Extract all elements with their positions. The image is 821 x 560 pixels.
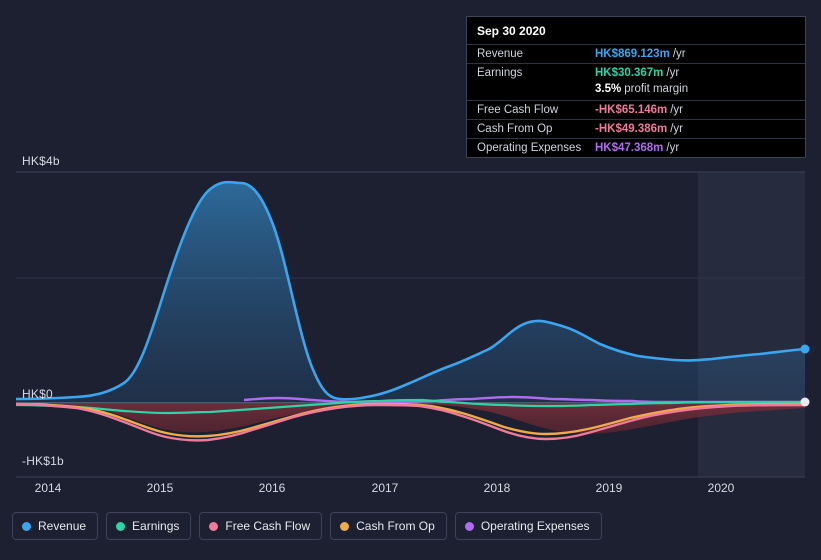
legend-label-revenue: Revenue	[38, 519, 87, 533]
tooltip-label-cash-from-op: Cash From Op	[477, 123, 553, 135]
tooltip-unit-profit-margin: profit margin	[624, 83, 689, 95]
x-axis-label-2015: 2015	[146, 481, 174, 495]
legend-label-operating-expenses: Operating Expenses	[480, 519, 590, 533]
data-tooltip: Sep 30 2020 Revenue HK$869.123m /yr Earn…	[466, 16, 806, 158]
legend-item-earnings[interactable]: Earnings	[106, 512, 192, 540]
x-axis-label-2018: 2018	[483, 481, 511, 495]
y-axis-label-top: HK$4b	[22, 154, 60, 168]
x-axis-label-2019: 2019	[595, 481, 623, 495]
legend-dot-icon-revenue	[22, 521, 31, 531]
chart-legend: Revenue Earnings Free Cash Flow Cash Fro…	[12, 512, 602, 540]
tooltip-value-cash-from-op: -HK$49.386m	[595, 123, 668, 135]
tooltip-label-operating-expenses: Operating Expenses	[477, 142, 582, 154]
tooltip-date: Sep 30 2020	[477, 24, 546, 38]
x-axis-label-2020: 2020	[707, 481, 735, 495]
legend-label-earnings: Earnings	[132, 519, 180, 533]
tooltip-label-free-cash-flow: Free Cash Flow	[477, 104, 559, 116]
x-axis-label-2017: 2017	[371, 481, 399, 495]
tooltip-row-cash-from-op: Cash From Op -HK$49.386m /yr	[467, 119, 805, 138]
tooltip-value-earnings: HK$30.367m	[595, 67, 664, 79]
x-axis-label-2016: 2016	[258, 481, 286, 495]
tooltip-label-earnings: Earnings	[477, 67, 523, 79]
tooltip-value-profit-margin: 3.5%	[595, 83, 622, 95]
tooltip-unit-free-cash-flow: /yr	[670, 104, 684, 116]
legend-item-free-cash-flow[interactable]: Free Cash Flow	[199, 512, 323, 540]
tooltip-row-operating-expenses: Operating Expenses HK$47.368m /yr	[467, 138, 805, 157]
revenue-endpoint	[800, 344, 810, 354]
chart-container: HK$4b HK$0 -HK$1b 2014 2015 2016 2017 20…	[0, 0, 821, 560]
legend-item-revenue[interactable]: Revenue	[12, 512, 99, 540]
tooltip-unit-earnings: /yr	[666, 67, 680, 79]
series-endpoint	[800, 397, 810, 407]
forecast-band	[698, 172, 805, 477]
tooltip-label-revenue: Revenue	[477, 48, 524, 60]
x-axis-label-2014: 2014	[34, 481, 62, 495]
y-axis-label-bottom: -HK$1b	[22, 454, 64, 468]
tooltip-unit-cash-from-op: /yr	[670, 123, 684, 135]
tooltip-row-revenue: Revenue HK$869.123m /yr	[467, 44, 805, 63]
tooltip-unit-operating-expenses: /yr	[666, 142, 680, 154]
legend-item-cash-from-op[interactable]: Cash From Op	[330, 512, 447, 540]
tooltip-value-free-cash-flow: -HK$65.146m	[595, 104, 668, 116]
legend-dot-icon-free-cash-flow	[209, 521, 219, 531]
legend-item-operating-expenses[interactable]: Operating Expenses	[454, 512, 602, 540]
tooltip-row-earnings: Earnings HK$30.367m /yr	[467, 63, 805, 82]
legend-label-cash-from-op: Cash From Op	[356, 519, 435, 533]
tooltip-row-free-cash-flow: Free Cash Flow -HK$65.146m /yr	[467, 100, 805, 119]
y-axis-label-zero: HK$0	[22, 387, 53, 401]
tooltip-unit-revenue: /yr	[672, 48, 686, 60]
legend-dot-icon-operating-expenses	[464, 521, 474, 531]
legend-label-free-cash-flow: Free Cash Flow	[225, 519, 311, 533]
tooltip-value-revenue: HK$869.123m	[595, 48, 670, 60]
legend-dot-icon-cash-from-op	[340, 521, 350, 531]
legend-dot-icon-earnings	[116, 521, 126, 531]
tooltip-value-operating-expenses: HK$47.368m	[595, 142, 664, 154]
tooltip-row-profit-margin: 3.5% profit margin	[467, 82, 805, 100]
